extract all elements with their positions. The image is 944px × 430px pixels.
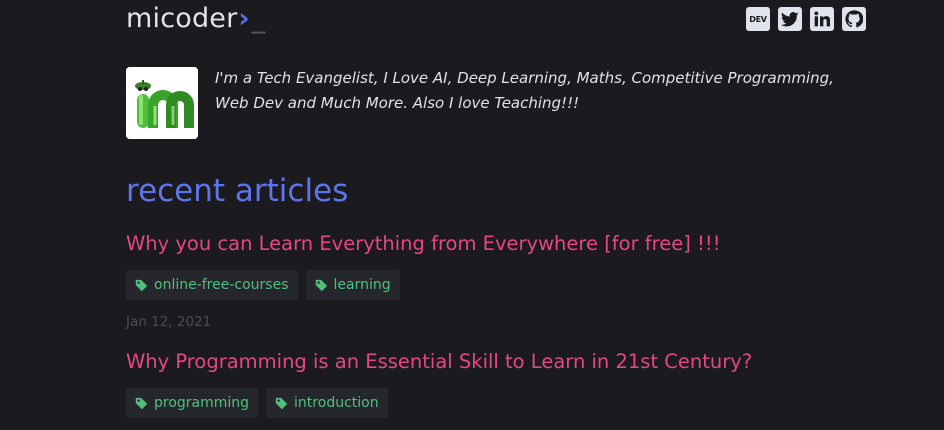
article-card: Why Programming is an Essential Skill to… — [126, 347, 886, 418]
article-title-link[interactable]: Why Programming is an Essential Skill to… — [126, 347, 886, 377]
tag-icon — [135, 279, 148, 291]
article-card: Why you can Learn Everything from Everyw… — [126, 229, 886, 330]
logo-mark-icon — [126, 67, 198, 139]
tag-icon — [135, 397, 148, 409]
tag-label: introduction — [294, 395, 379, 411]
recent-articles-heading: recent articles — [126, 173, 349, 209]
tag-icon — [275, 397, 288, 409]
dev-icon-label: DEV — [749, 14, 767, 24]
github-icon[interactable] — [842, 7, 866, 31]
twitter-icon[interactable] — [778, 7, 802, 31]
tag-chip[interactable]: programming — [126, 388, 259, 418]
dev-icon[interactable]: DEV — [746, 7, 770, 31]
prompt-chevron-icon: › — [238, 3, 250, 34]
profile-bio: I'm a Tech Evangelist, I Love AI, Deep L… — [215, 69, 834, 112]
social-links: DEV — [746, 7, 866, 31]
tag-label: learning — [333, 277, 391, 293]
linkedin-icon[interactable] — [810, 7, 834, 31]
tag-chip[interactable]: online-free-courses — [126, 270, 298, 300]
avatar — [126, 67, 198, 139]
article-tags: online-free-courses learning — [126, 270, 886, 300]
tag-icon — [315, 279, 327, 291]
tag-label: programming — [154, 395, 250, 411]
article-date: Jan 12, 2021 — [126, 314, 212, 330]
brand-name: micoder — [126, 3, 238, 34]
tag-label: online-free-courses — [154, 277, 289, 293]
cursor-glyph: _ — [251, 3, 266, 34]
article-tags: programming introduction — [126, 388, 886, 418]
tag-chip[interactable]: learning — [305, 270, 400, 300]
tag-chip[interactable]: introduction — [266, 388, 388, 418]
page: micoder›_ DEV I'm a Tech Evangelist, I L… — [0, 0, 944, 430]
article-title-link[interactable]: Why you can Learn Everything from Everyw… — [126, 229, 886, 259]
site-logo[interactable]: micoder›_ — [126, 3, 265, 34]
